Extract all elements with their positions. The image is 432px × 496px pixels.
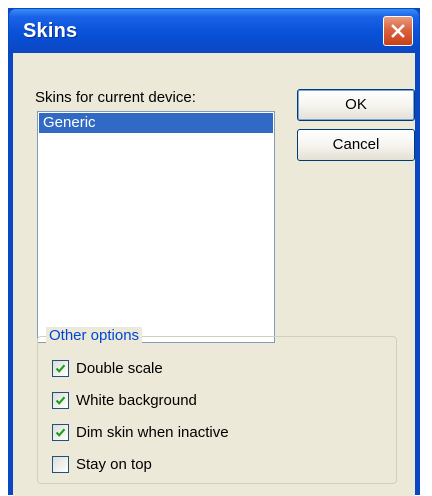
- stay-on-top-checkbox[interactable]: [52, 456, 69, 473]
- list-item[interactable]: Generic: [39, 113, 273, 133]
- close-button[interactable]: [383, 16, 413, 46]
- group-legend: Other options: [46, 327, 143, 344]
- title-bar[interactable]: Skins: [9, 9, 419, 53]
- stay-on-top-label: Stay on top: [76, 456, 152, 473]
- cancel-button[interactable]: Cancel: [297, 129, 415, 161]
- double-scale-checkbox[interactable]: [52, 360, 69, 377]
- dim-skin-label: Dim skin when inactive: [76, 424, 229, 441]
- white-background-label: White background: [76, 392, 197, 409]
- checkmark-icon: [55, 364, 66, 373]
- skins-listbox[interactable]: Generic: [37, 111, 275, 343]
- checkmark-icon: [55, 396, 66, 405]
- other-options-group: Other options Double scale White backgro…: [37, 327, 397, 484]
- window-title: Skins: [23, 20, 78, 42]
- double-scale-label: Double scale: [76, 360, 163, 377]
- dim-skin-checkbox[interactable]: [52, 424, 69, 441]
- skins-list-label: Skins for current device:: [35, 89, 196, 106]
- white-background-checkbox[interactable]: [52, 392, 69, 409]
- close-icon: [391, 24, 405, 38]
- dialog-body: Skins for current device: Generic OK Can…: [13, 53, 415, 496]
- checkmark-icon: [55, 428, 66, 437]
- skins-dialog: Skins Skins for current device: Generic …: [8, 8, 420, 496]
- ok-button[interactable]: OK: [297, 89, 415, 121]
